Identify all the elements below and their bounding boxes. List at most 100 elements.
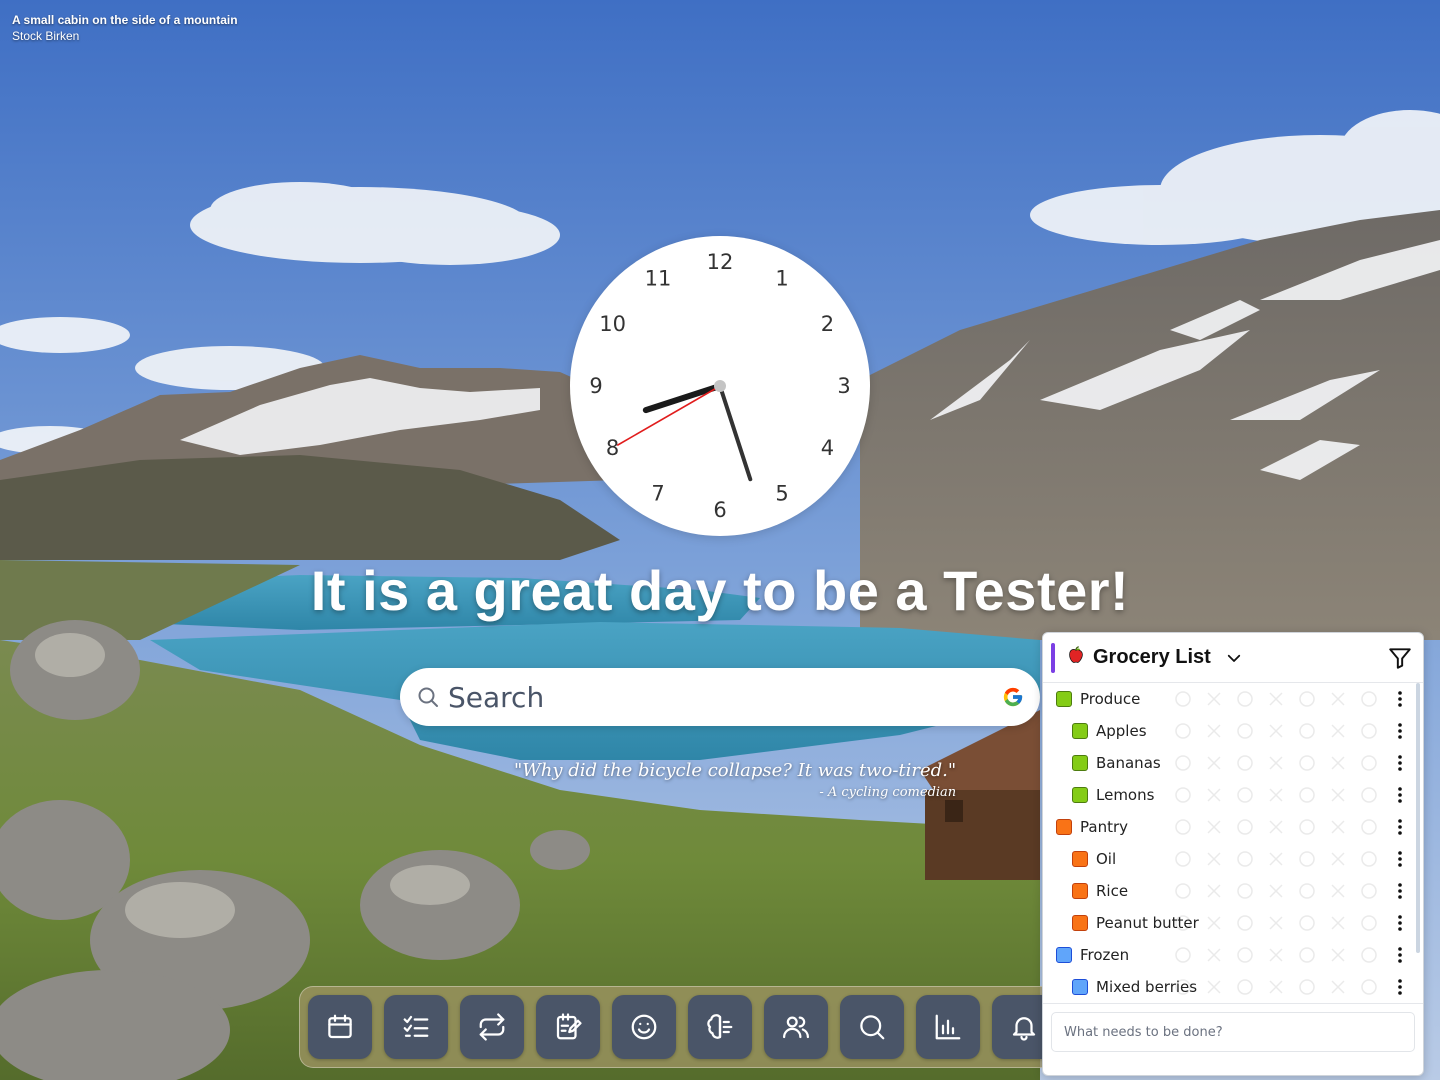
clock-second-hand (617, 385, 721, 446)
repeat-icon (479, 1013, 505, 1041)
row-action-icons (1175, 691, 1377, 707)
search-bar[interactable] (400, 668, 1040, 726)
clock-number: 2 (821, 312, 834, 336)
photo-title: A small cabin on the side of a mountain (12, 13, 238, 27)
photo-credit[interactable]: A small cabin on the side of a mountain … (12, 13, 238, 44)
row-action-icons (1175, 851, 1377, 867)
list-item[interactable]: Rice (1043, 875, 1423, 907)
people-button[interactable] (764, 995, 828, 1059)
more-vertical-icon[interactable] (1397, 690, 1403, 708)
clock-number: 5 (775, 481, 788, 505)
item-label: Pantry (1080, 818, 1128, 836)
smiley-icon (631, 1014, 657, 1040)
item-checkbox[interactable] (1072, 915, 1088, 931)
list-item[interactable]: Mixed berries (1043, 971, 1423, 1003)
clock-number: 4 (821, 436, 834, 460)
item-label: Apples (1096, 722, 1147, 740)
analog-clock: 12 1 2 3 4 5 6 7 8 9 10 11 (570, 236, 870, 536)
clock-center (714, 380, 726, 392)
row-action-icons (1175, 947, 1377, 963)
stats-button[interactable] (916, 995, 980, 1059)
list-item[interactable]: Peanut butter (1043, 907, 1423, 939)
list-item[interactable]: Lemons (1043, 779, 1423, 811)
item-checkbox[interactable] (1056, 819, 1072, 835)
new-task-input[interactable] (1051, 1012, 1415, 1052)
item-checkbox[interactable] (1056, 691, 1072, 707)
list-item[interactable]: Oil (1043, 843, 1423, 875)
item-checkbox[interactable] (1056, 947, 1072, 963)
search-icon (860, 1015, 885, 1040)
greeting-text: It is a great day to be a Tester! (310, 559, 1130, 622)
clock-hour-hand (642, 383, 723, 414)
row-action-icons (1175, 979, 1377, 995)
more-vertical-icon[interactable] (1397, 818, 1403, 836)
more-vertical-icon[interactable] (1397, 914, 1403, 932)
item-checkbox[interactable] (1072, 883, 1088, 899)
google-icon[interactable] (1002, 686, 1024, 708)
clock-number: 6 (713, 498, 726, 522)
clock-number: 8 (606, 436, 619, 460)
notepad-icon (556, 1013, 582, 1040)
row-action-icons (1175, 819, 1377, 835)
search-input[interactable] (448, 680, 1002, 714)
list-scrollbar[interactable] (1416, 683, 1420, 953)
notepad-button[interactable] (536, 995, 600, 1059)
more-vertical-icon[interactable] (1397, 722, 1403, 740)
search-icon (418, 687, 438, 707)
item-checkbox[interactable] (1072, 851, 1088, 867)
grocery-items: Produce Apples Bananas Lemons Pantry Oil Rice P… (1043, 683, 1423, 1003)
grocery-list-title[interactable]: Grocery List (1093, 646, 1211, 669)
bell-icon (1012, 1017, 1036, 1041)
search-button[interactable] (840, 995, 904, 1059)
item-label: Oil (1096, 850, 1117, 868)
item-checkbox[interactable] (1072, 979, 1088, 995)
list-group-row[interactable]: Frozen (1043, 939, 1423, 971)
more-vertical-icon[interactable] (1397, 754, 1403, 772)
clock-number: 3 (837, 374, 850, 398)
users-icon (783, 1016, 809, 1039)
brain-button[interactable] (688, 995, 752, 1059)
item-checkbox[interactable] (1072, 755, 1088, 771)
checklist-icon (403, 1015, 429, 1037)
list-group-row[interactable]: Produce (1043, 683, 1423, 715)
clock-number: 11 (645, 267, 672, 291)
clock-number: 10 (599, 312, 626, 336)
item-checkbox[interactable] (1072, 723, 1088, 739)
quote-author: - A cycling comedian (819, 785, 957, 800)
more-vertical-icon[interactable] (1397, 850, 1403, 868)
daily-quote: "Why did the bicycle collapse? It was tw… (514, 760, 956, 800)
row-action-icons (1175, 723, 1377, 739)
bar-chart-icon (935, 1014, 961, 1040)
more-vertical-icon[interactable] (1397, 882, 1403, 900)
list-accent-bar (1051, 642, 1055, 673)
grocery-list-header: Grocery List (1043, 633, 1423, 683)
row-action-icons (1175, 787, 1377, 803)
brain-icon (707, 1014, 733, 1039)
clock-number: 1 (775, 267, 788, 291)
mood-button[interactable] (612, 995, 676, 1059)
new-task-area (1043, 1003, 1423, 1060)
row-action-icons (1175, 915, 1377, 931)
item-checkbox[interactable] (1072, 787, 1088, 803)
more-vertical-icon[interactable] (1397, 946, 1403, 964)
photo-author: Stock Birken (12, 29, 80, 43)
list-group-row[interactable]: Pantry (1043, 811, 1423, 843)
more-vertical-icon[interactable] (1397, 978, 1403, 996)
list-item[interactable]: Apples (1043, 715, 1423, 747)
clock-number: 12 (707, 250, 734, 274)
chevron-down-icon[interactable] (1225, 649, 1243, 667)
item-label: Frozen (1080, 946, 1130, 964)
clock-number: 9 (589, 374, 602, 398)
calendar-icon (328, 1014, 352, 1039)
row-action-icons (1175, 883, 1377, 899)
more-vertical-icon[interactable] (1397, 786, 1403, 804)
item-label: Rice (1096, 882, 1129, 900)
item-label: Produce (1080, 690, 1141, 708)
checklist-button[interactable] (384, 995, 448, 1059)
quote-text: "Why did the bicycle collapse? It was tw… (514, 760, 957, 781)
filter-icon[interactable] (1387, 645, 1413, 671)
item-label: Bananas (1096, 754, 1161, 772)
calendar-button[interactable] (308, 995, 372, 1059)
repeat-button[interactable] (460, 995, 524, 1059)
list-item[interactable]: Bananas (1043, 747, 1423, 779)
